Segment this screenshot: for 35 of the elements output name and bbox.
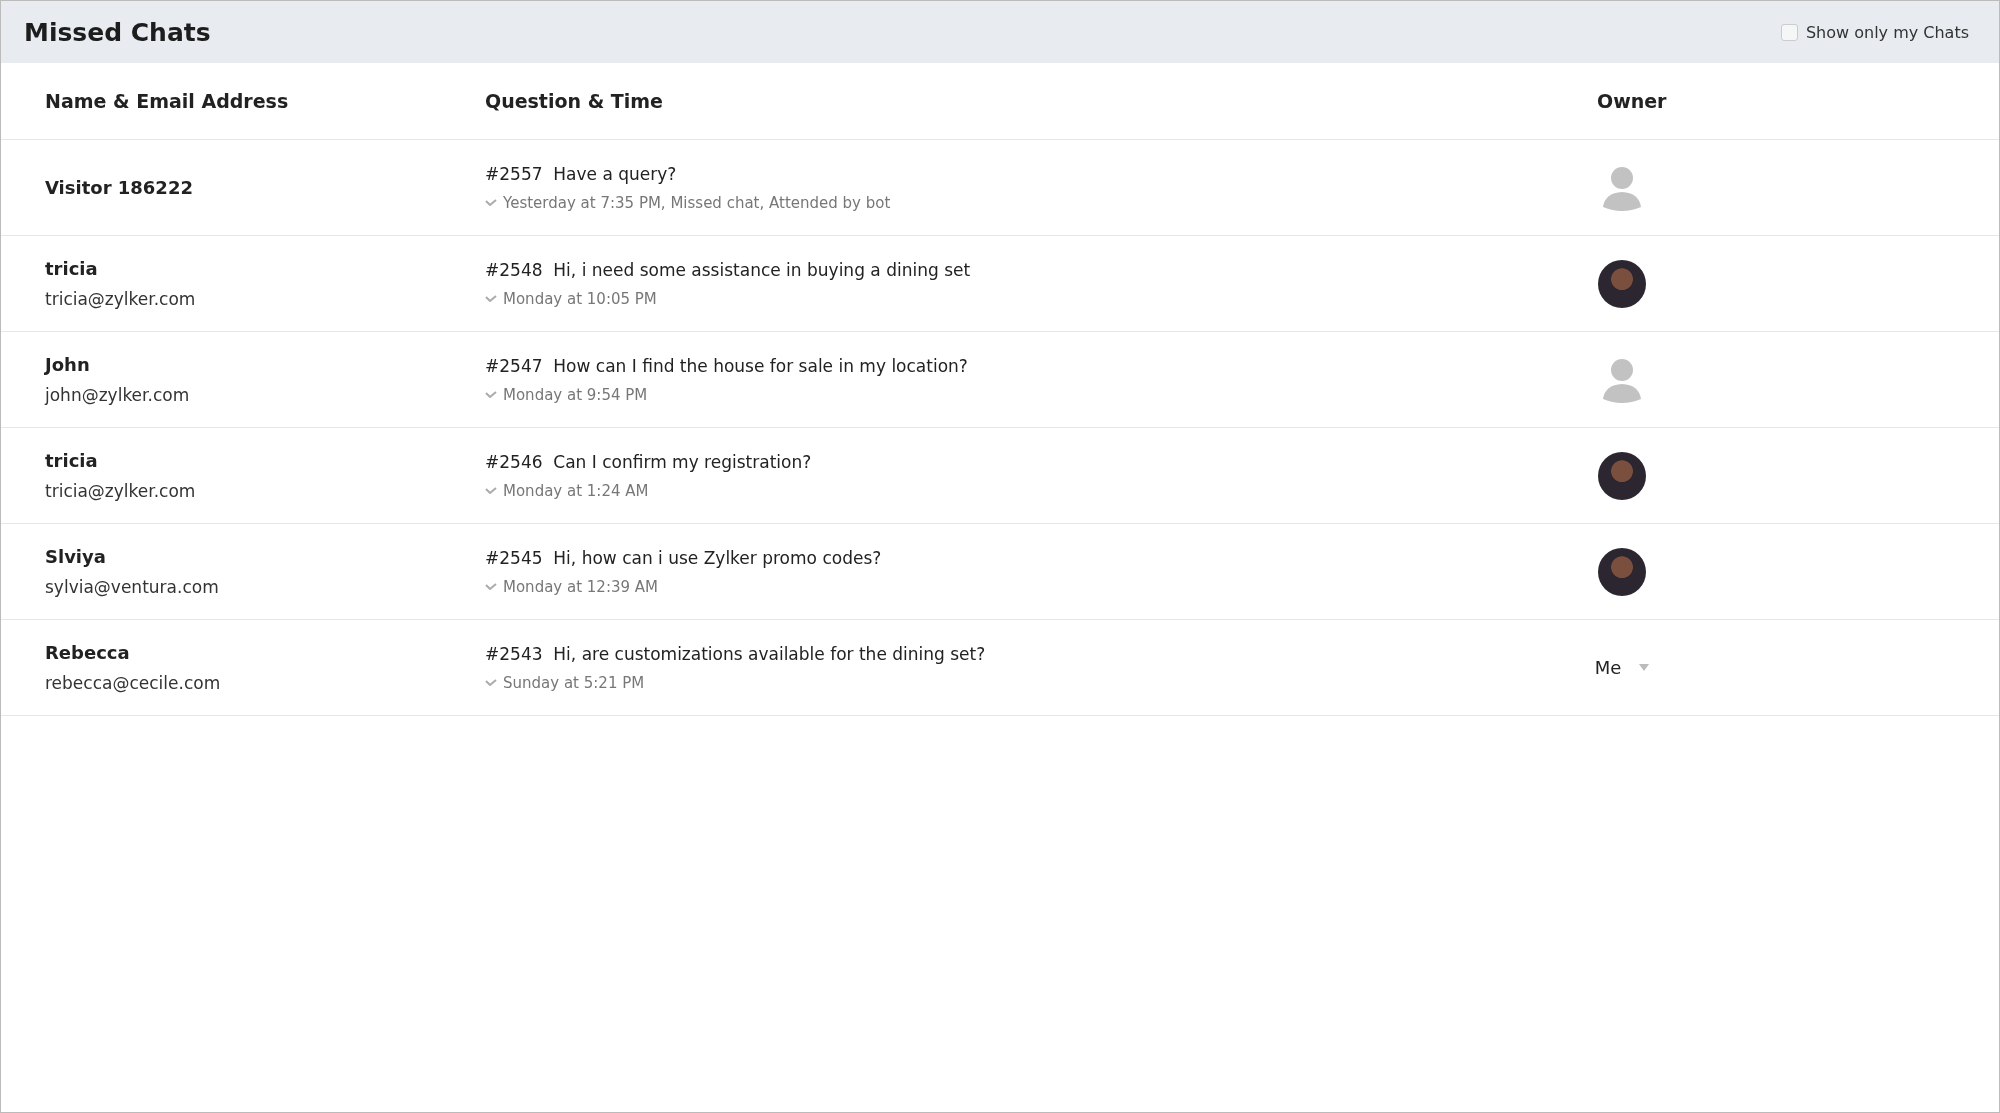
visitor-email: tricia@zylker.com: [45, 481, 197, 501]
chat-question: #2557 Have a query?: [485, 163, 678, 184]
chat-time: Monday at 12:39 AM: [503, 577, 659, 596]
chat-question: #2543 Hi, are customizations available for the dining set?: [485, 643, 987, 664]
visitor-name: tricia: [45, 450, 99, 471]
avatar-silhouette-icon: [1601, 356, 1643, 403]
avatar-photo-placeholder: [1598, 451, 1646, 500]
caret-icon: [1639, 664, 1650, 671]
visitor-name: Visitor 186222: [45, 177, 194, 198]
visitor-email: tricia@zylker.com: [45, 289, 197, 309]
chat-question: #2548 Hi, i need some assistance in buying a dining set: [485, 259, 972, 280]
visitor-name: Slviya: [45, 546, 107, 567]
column-header: Owner: [1597, 90, 1667, 112]
chat-question: #2545 Hi, how can i use Zylker promo codes?: [485, 547, 883, 568]
avatar-photo-placeholder: [1598, 547, 1646, 596]
column-header: Question & Time: [485, 90, 663, 112]
visitor-name: Rebecca: [45, 642, 131, 663]
checkbox[interactable]: [1780, 23, 1798, 41]
owner-dropdown[interactable]: Me: [1594, 657, 1650, 678]
chat-time: Monday at 9:54 PM: [503, 385, 648, 404]
visitor-email: sylvia@ventura.com: [45, 577, 220, 597]
avatar-silhouette-icon: [1601, 164, 1643, 211]
chat-question: #2547 How can I find the house for sale in my location?: [485, 355, 969, 376]
chat-time: Sunday at 5:21 PM: [503, 673, 645, 692]
visitor-email: john@zylker.com: [45, 385, 191, 405]
chat-time: Monday at 10:05 PM: [503, 289, 657, 308]
page-title: Missed Chats: [24, 17, 211, 47]
visitor-email: rebecca@cecile.com: [45, 673, 222, 693]
chat-time: Yesterday at 7:35 PM, Missed chat, Attended by bot: [503, 193, 891, 212]
visitor-name: tricia: [45, 258, 99, 279]
visitor-name: John: [45, 354, 91, 375]
chat-question: #2546 Can I confirm my registration?: [485, 451, 813, 472]
column-header: Name & Email Address: [45, 90, 289, 112]
avatar-photo-placeholder: [1598, 259, 1646, 308]
chat-time: Monday at 1:24 AM: [503, 481, 649, 500]
